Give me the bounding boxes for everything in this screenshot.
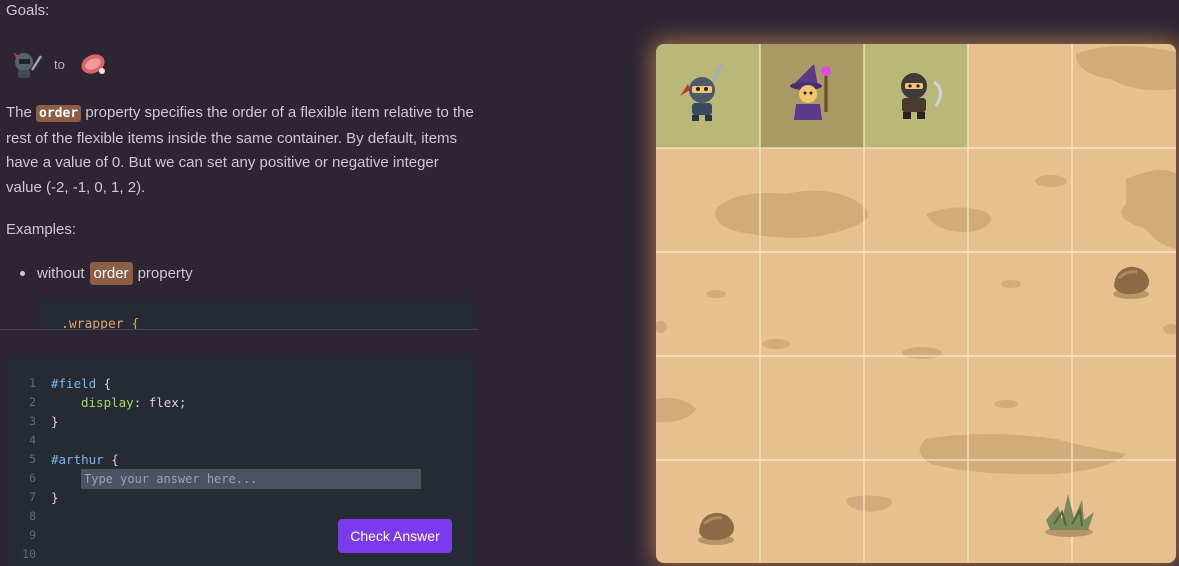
panel-divider[interactable] [0,329,478,330]
line-number: 8 [29,509,36,523]
line-number: 9 [29,528,36,542]
code-line-3: } [51,414,59,429]
line-number: 6 [29,471,36,485]
line-number: 5 [29,452,36,466]
grid-line [656,251,1176,253]
examples-title: Examples: [6,221,77,238]
css-value: : flex; [133,395,187,410]
lesson-description: The order property specifies the order o… [6,101,476,200]
rock-obstacle [1113,266,1150,299]
answer-input[interactable] [81,469,421,489]
code-editor[interactable]: 1 2 3 4 5 6 7 8 9 10 #field { display: f… [6,355,476,566]
grid-line [656,147,1176,149]
rock-obstacle [698,512,735,545]
grid-line [863,44,865,563]
bullet-dot [20,271,25,276]
check-answer-button[interactable]: Check Answer [338,519,452,553]
keyword-order-inline: order [89,262,133,285]
code-line-2: display: flex; [81,395,186,410]
knight-icon [13,52,43,78]
line-number: 3 [29,414,36,428]
grid-line [656,355,1176,357]
line-number: 10 [22,547,36,561]
css-property: display [81,395,134,410]
goal-row: to [10,48,108,80]
shrub-obstacle [1045,494,1094,537]
line-number: 1 [29,376,36,390]
css-selector: #arthur [51,452,104,467]
lesson-panel: Goals: to The order property specifies t… [0,0,478,566]
grid-line [1071,44,1073,563]
lesson-content[interactable]: Goals: to The order property specifies t… [0,0,478,330]
wizard-character [790,64,831,120]
meat-icon [81,54,105,74]
grid-line [656,459,1176,461]
line-number: 2 [29,395,36,409]
code-line-1: #field { [51,376,111,391]
goals-title: Goals: [6,2,50,19]
desc-text-start: The [6,104,37,121]
code-line-7: } [51,490,59,505]
code-line-5: #arthur { [51,452,119,467]
grid-line [967,44,969,563]
knight-character [680,63,724,121]
line-number: 4 [29,433,36,447]
rogue-character [901,73,942,119]
keyword-order: order [36,105,82,122]
grid-line [759,44,761,563]
bullet-text-end: property [137,265,193,282]
goal-connector: to [54,56,65,72]
code-brace: { [96,376,112,391]
css-selector: #field [51,376,97,391]
line-number: 7 [29,490,36,504]
game-board [656,44,1176,563]
bullet-text: without [37,265,85,282]
example-code-block: .wrapper { [39,300,475,330]
code-brace: { [103,452,119,467]
example-bullet: without order property [20,262,193,285]
